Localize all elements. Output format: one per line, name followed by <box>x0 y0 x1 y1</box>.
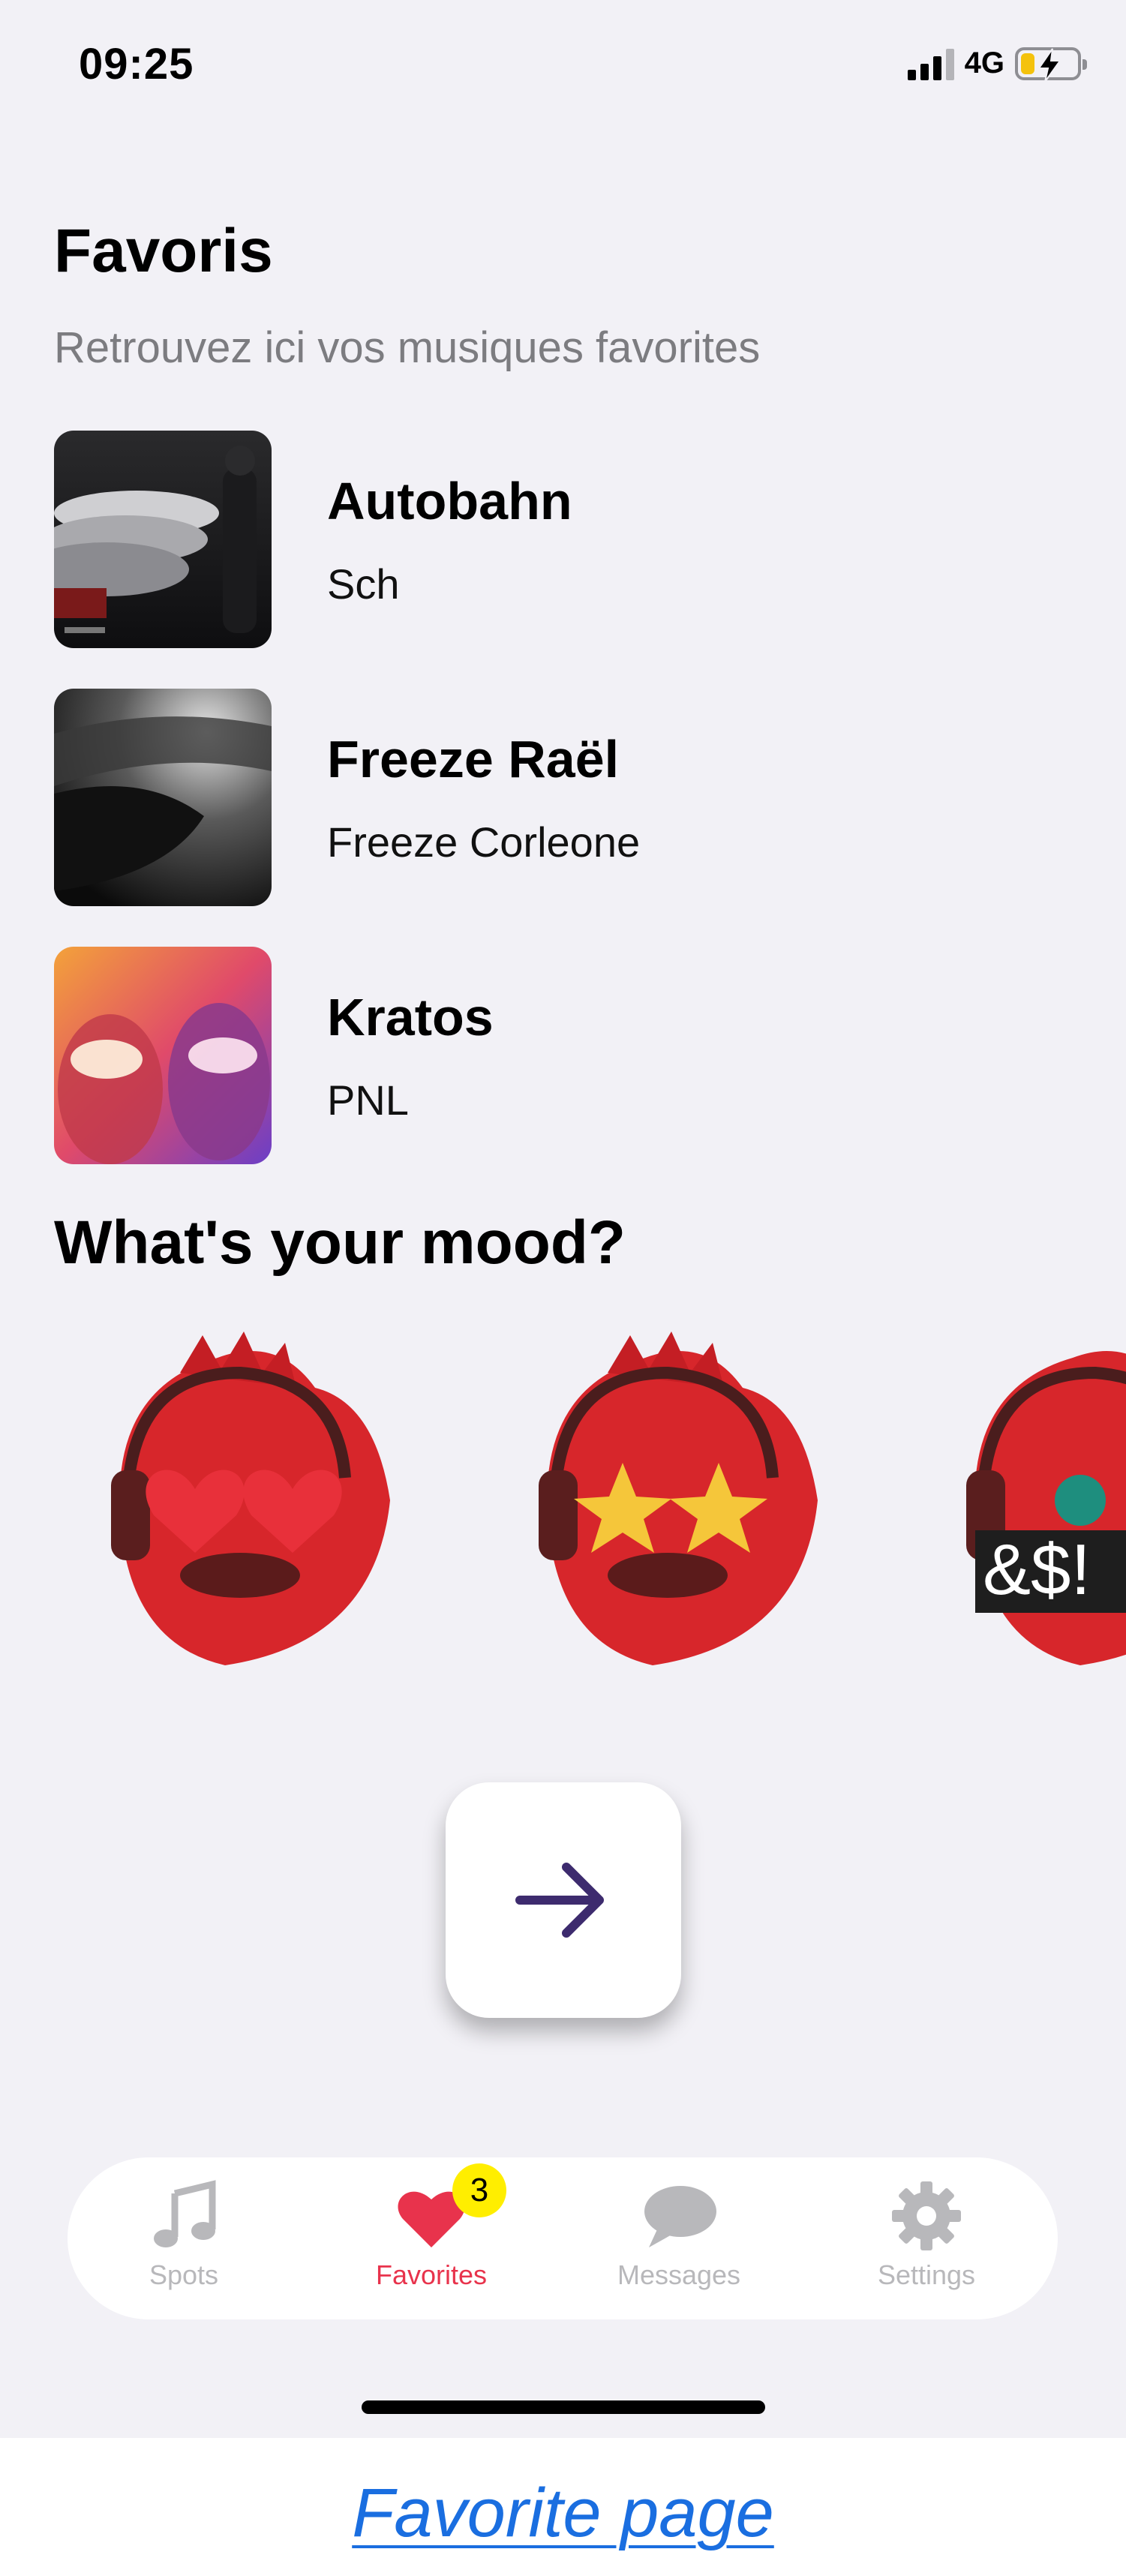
tab-settings[interactable]: Settings <box>814 2157 1039 2319</box>
song-title: Freeze Raël <box>327 730 620 788</box>
page-subtitle: Retrouvez ici vos musiques favorites <box>54 323 761 372</box>
caption-link[interactable]: Favorite page <box>0 2474 1126 2553</box>
song-artist: PNL <box>327 1076 409 1124</box>
angry-swearing-bird-emoji-icon[interactable]: &$! <box>945 1328 1126 1673</box>
cellular-signal-icon <box>907 47 954 80</box>
heart-eyes-bird-emoji-icon[interactable] <box>90 1328 405 1673</box>
song-artist: Sch <box>327 560 400 608</box>
swear-text: &$! <box>983 1530 1091 1610</box>
battery-charging-icon <box>1015 47 1087 83</box>
home-indicator[interactable] <box>362 2400 765 2414</box>
favorites-count-badge: 3 <box>452 2163 506 2217</box>
star-eyes-bird-emoji-icon[interactable] <box>518 1328 833 1673</box>
mood-title: What's your mood? <box>54 1208 626 1277</box>
tab-label: Spots <box>149 2259 219 2290</box>
chat-bubble-icon <box>644 2186 716 2247</box>
status-icons: 4G <box>907 47 1087 83</box>
song-title: Autobahn <box>327 472 572 530</box>
gear-icon <box>892 2181 961 2250</box>
mood-carousel[interactable]: &$! <box>0 1328 1126 1673</box>
caption-area: Favorite page <box>0 2438 1126 2576</box>
tab-label: Settings <box>877 2259 976 2290</box>
page-title: Favoris <box>54 217 273 285</box>
album-cover-autobahn <box>54 431 272 648</box>
favorite-item-autobahn[interactable]: Autobahn Sch <box>54 431 1074 648</box>
tab-messages[interactable]: Messages <box>566 2157 791 2319</box>
favorite-item-freeze-rael[interactable]: Freeze Raël Freeze Corleone <box>54 689 1074 906</box>
network-type: 4G <box>964 47 1004 80</box>
tab-bar: Spots 3 Favorites Messages Settings <box>68 2157 1058 2319</box>
arrow-right-icon <box>515 1863 604 1938</box>
tab-label: Messages <box>617 2259 741 2290</box>
tab-favorites[interactable]: 3 Favorites <box>319 2157 544 2319</box>
tab-spots[interactable]: Spots <box>71 2157 296 2319</box>
favorites-list: Autobahn Sch Freeze Raël Freeze Corleone <box>54 431 1074 1205</box>
next-button[interactable] <box>446 1782 681 2018</box>
album-cover-kratos <box>54 947 272 1164</box>
favorite-item-kratos[interactable]: Kratos PNL <box>54 947 1074 1164</box>
album-cover-freeze-rael <box>54 689 272 906</box>
tab-label: Favorites <box>375 2259 488 2290</box>
status-time: 09:25 <box>79 40 194 89</box>
music-note-icon <box>154 2180 216 2247</box>
status-bar: 09:25 4G <box>0 0 1126 135</box>
song-artist: Freeze Corleone <box>327 818 641 866</box>
song-title: Kratos <box>327 988 494 1046</box>
